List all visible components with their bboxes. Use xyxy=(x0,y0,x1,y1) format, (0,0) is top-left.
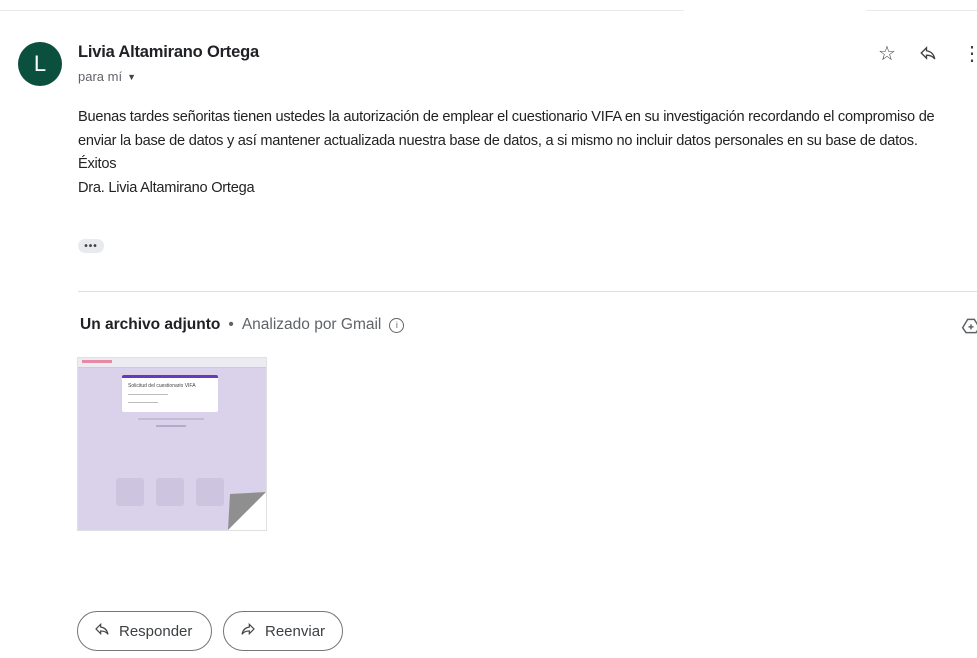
avatar-letter: L xyxy=(33,51,47,76)
reply-button[interactable]: Responder xyxy=(77,611,212,651)
recipient-details[interactable]: para mí ▼ xyxy=(78,69,136,84)
attachments-title: Un archivo adjunto xyxy=(80,316,221,333)
body-signature: Dra. Livia Altamirano Ortega xyxy=(78,179,255,196)
attachments-divider xyxy=(78,291,977,292)
forward-icon xyxy=(240,621,256,642)
thumbnail-title: Solicitud del cuestionario VIFA xyxy=(128,383,196,389)
show-trimmed-content-icon[interactable]: ••• xyxy=(78,239,104,253)
recipient-label: para mí xyxy=(78,69,123,84)
forward-button[interactable]: Reenviar xyxy=(223,611,343,651)
attachments-header: Un archivo adjunto • Analizado por Gmail… xyxy=(80,316,405,334)
reply-button-label: Responder xyxy=(119,622,193,640)
thumbnail-browser-bar xyxy=(78,358,266,368)
attachment-thumbnail[interactable]: Solicitud del cuestionario VIFA xyxy=(77,357,267,531)
reply-icon xyxy=(94,621,110,642)
caret-down-icon[interactable]: ▼ xyxy=(127,72,136,82)
body-closing: Éxitos xyxy=(78,156,117,173)
top-divider-right xyxy=(866,10,977,11)
info-icon[interactable]: i xyxy=(389,317,405,333)
top-divider-left xyxy=(0,10,684,11)
avatar[interactable]: L xyxy=(18,42,62,86)
sender-name[interactable]: Livia Altamirano Ortega xyxy=(78,43,259,62)
forward-button-label: Reenviar xyxy=(265,622,326,640)
add-to-drive-icon[interactable] xyxy=(961,316,977,342)
star-icon[interactable]: ☆ xyxy=(878,44,896,64)
body-paragraph: Buenas tardes señoritas tienen ustedes l… xyxy=(78,109,935,149)
message-body: Buenas tardes señoritas tienen ustedes l… xyxy=(78,106,973,200)
separator-dot: • xyxy=(228,316,234,333)
more-vert-icon[interactable]: ⋮ xyxy=(962,44,977,64)
scanned-label: Analizado por Gmail xyxy=(241,316,382,333)
thumbnail-form-card: Solicitud del cuestionario VIFA xyxy=(122,375,218,412)
reply-icon[interactable] xyxy=(919,44,937,66)
